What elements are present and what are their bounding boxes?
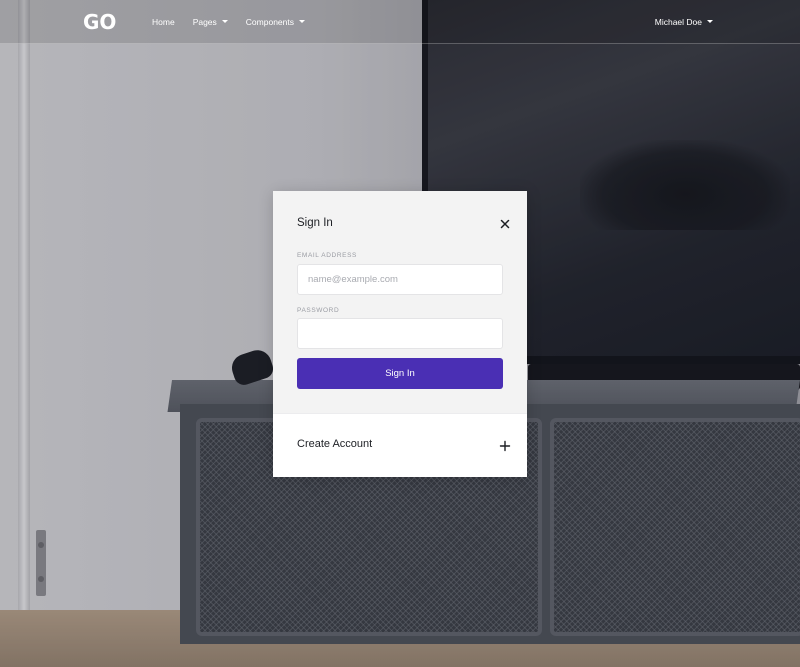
caret-down-icon <box>221 20 228 23</box>
modal-title: Sign In <box>297 217 333 229</box>
nav-link-components[interactable]: Components <box>246 17 305 27</box>
logo[interactable]: GO <box>83 10 116 34</box>
sign-in-modal: Sign In EMAIL ADDRESS PASSWORD Sign In C… <box>273 191 527 477</box>
close-icon <box>500 219 510 229</box>
password-field[interactable] <box>297 318 503 349</box>
nav-link-label: Components <box>245 16 294 27</box>
expand-button[interactable] <box>499 439 511 452</box>
nav-link-label: Home <box>152 16 175 27</box>
caret-down-icon <box>707 20 713 23</box>
user-menu[interactable]: Michael Doe <box>655 0 713 43</box>
sign-in-button[interactable]: Sign In <box>297 358 503 389</box>
plus-icon <box>499 440 511 452</box>
nav-link-label: Pages <box>192 16 217 27</box>
logo-text: GO <box>83 10 117 34</box>
nav-links: Home Pages Components <box>152 0 305 43</box>
create-account-row[interactable]: Create Account <box>273 413 527 477</box>
user-name: Michael Doe <box>654 16 702 27</box>
password-label: PASSWORD <box>297 307 340 314</box>
nav-link-pages[interactable]: Pages <box>193 17 228 27</box>
create-account-label: Create Account <box>297 438 373 450</box>
nav-link-home[interactable]: Home <box>152 17 175 27</box>
navbar: GO Home Pages Components Michael Doe <box>0 0 800 44</box>
caret-down-icon <box>299 20 305 23</box>
close-button[interactable] <box>499 217 511 229</box>
email-field[interactable] <box>297 264 503 295</box>
email-label: EMAIL ADDRESS <box>297 252 357 259</box>
page: GO Home Pages Components Michael Doe Sig… <box>0 0 800 667</box>
